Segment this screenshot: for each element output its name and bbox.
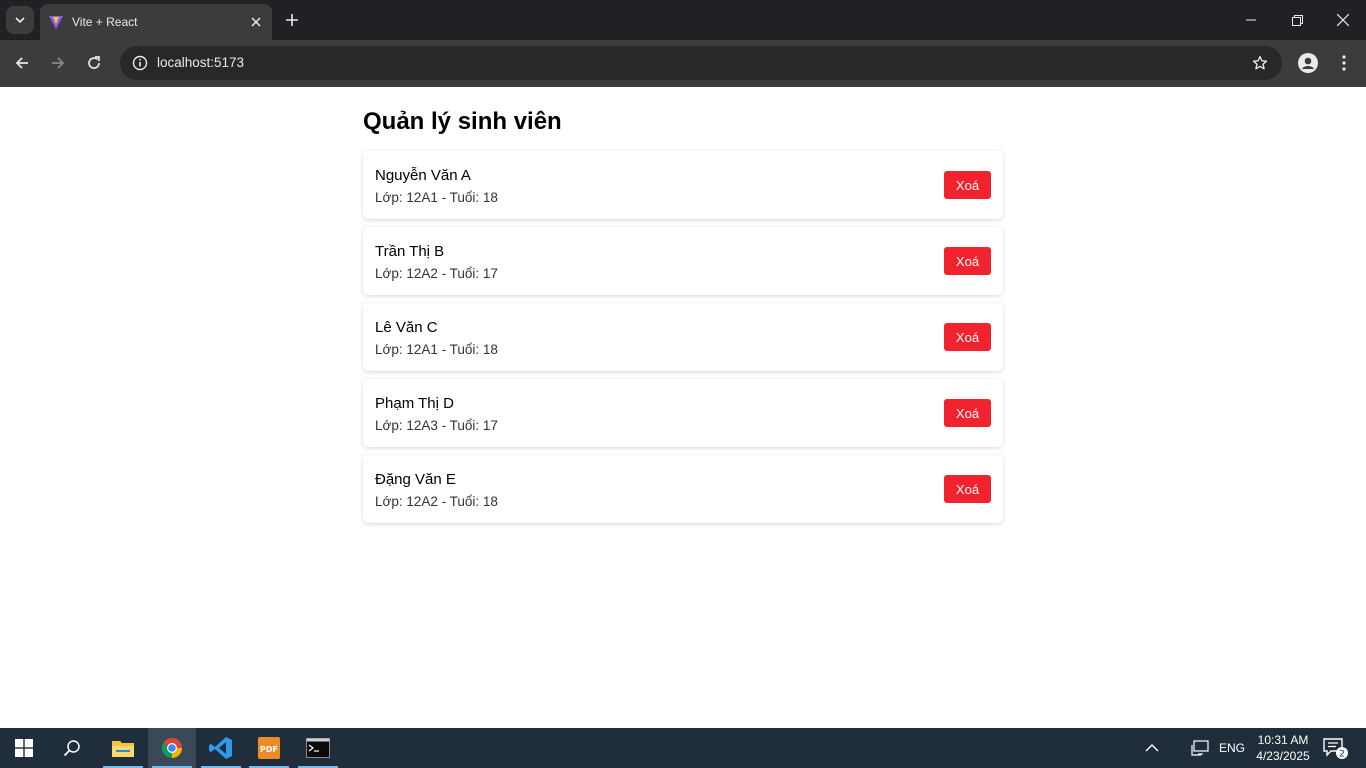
- delete-button[interactable]: Xoá: [944, 475, 991, 503]
- delete-button[interactable]: Xoá: [944, 247, 991, 275]
- student-card: Nguyễn Văn A Lớp: 12A1 - Tuổi: 18 Xoá: [363, 151, 1003, 219]
- student-name: Phạm Thị D: [375, 395, 454, 412]
- address-bar[interactable]: localhost:5173: [120, 46, 1282, 80]
- profile-avatar-icon[interactable]: [1296, 51, 1320, 75]
- minimize-icon: [1246, 19, 1256, 21]
- chrome-taskbar-button[interactable]: [148, 728, 196, 768]
- pdf-icon: PDF: [258, 737, 280, 759]
- minimize-button[interactable]: [1228, 0, 1274, 40]
- forward-button[interactable]: [43, 48, 73, 78]
- delete-button[interactable]: Xoá: [944, 323, 991, 351]
- notification-count: 2: [1339, 750, 1345, 760]
- file-explorer-icon: [112, 741, 134, 757]
- reload-icon: [88, 56, 100, 69]
- arrow-left-icon: [15, 57, 28, 69]
- taskbar-search-button[interactable]: [48, 728, 96, 768]
- start-button[interactable]: [0, 728, 48, 768]
- student-meta: Lớp: 12A1 - Tuổi: 18: [375, 190, 498, 205]
- reload-button[interactable]: [79, 48, 109, 78]
- browser-tab[interactable]: Vite + React: [40, 4, 272, 40]
- browser-menu-icon[interactable]: [1332, 51, 1356, 75]
- vscode-taskbar-button[interactable]: [197, 728, 245, 768]
- restore-button[interactable]: [1274, 0, 1320, 40]
- windows-logo-icon: [15, 739, 33, 757]
- bookmark-star-icon[interactable]: [1250, 53, 1270, 73]
- student-meta: Lớp: 12A2 - Tuổi: 17: [375, 266, 498, 281]
- pdf-reader-taskbar-button[interactable]: PDF: [245, 728, 293, 768]
- student-meta: Lớp: 12A2 - Tuổi: 18: [375, 494, 498, 509]
- taskbar-clock[interactable]: 10:31 AM 4/23/2025: [1248, 732, 1318, 764]
- student-card: Phạm Thị D Lớp: 12A3 - Tuổi: 17 Xoá: [363, 379, 1003, 447]
- tab-title: Vite + React: [72, 15, 138, 29]
- tab-close-icon[interactable]: [246, 12, 266, 32]
- student-meta: Lớp: 12A1 - Tuổi: 18: [375, 342, 498, 357]
- search-icon: [63, 740, 80, 757]
- new-tab-button[interactable]: [280, 8, 304, 32]
- browser-tab-strip: Vite + React: [0, 0, 1366, 40]
- plus-icon: [286, 14, 298, 26]
- chevron-up-icon: [1145, 744, 1159, 752]
- input-language[interactable]: ENG: [1219, 741, 1245, 755]
- page-viewport: Quản lý sinh viên Nguyễn Văn A Lớp: 12A1…: [0, 87, 1366, 728]
- delete-button[interactable]: Xoá: [944, 399, 991, 427]
- clock-time: 10:31 AM: [1257, 733, 1309, 747]
- student-card: Đặng Văn E Lớp: 12A2 - Tuổi: 18 Xoá: [363, 455, 1003, 523]
- windows-taskbar: PDF ENG 10:31 AM 4/23/2025 2: [0, 728, 1366, 768]
- notification-icon: 2: [1323, 738, 1348, 760]
- back-button[interactable]: [7, 48, 37, 78]
- restore-icon: [1291, 14, 1303, 26]
- student-name: Lê Văn C: [375, 319, 438, 336]
- student-card: Lê Văn C Lớp: 12A1 - Tuổi: 18 Xoá: [363, 303, 1003, 371]
- delete-button[interactable]: Xoá: [944, 171, 991, 199]
- vite-logo-icon: [48, 14, 64, 30]
- clock-date: 4/23/2025: [1256, 749, 1310, 763]
- site-info-icon[interactable]: [128, 51, 152, 75]
- student-meta: Lớp: 12A3 - Tuổi: 17: [375, 418, 498, 433]
- network-tray-button[interactable]: [1180, 728, 1220, 768]
- vscode-icon: [209, 737, 232, 759]
- url-text[interactable]: localhost:5173: [157, 55, 244, 70]
- student-name: Trần Thị B: [375, 243, 445, 260]
- close-icon: [1337, 14, 1349, 26]
- student-manager: Quản lý sinh viên Nguyễn Văn A Lớp: 12A1…: [363, 87, 1003, 531]
- svg-text:PDF: PDF: [260, 745, 278, 754]
- terminal-taskbar-button[interactable]: [294, 728, 342, 768]
- student-list: Nguyễn Văn A Lớp: 12A1 - Tuổi: 18 Xoá Tr…: [363, 151, 1003, 523]
- chevron-down-icon: [15, 17, 25, 24]
- tab-search-button[interactable]: [6, 6, 34, 34]
- terminal-icon: [306, 738, 330, 758]
- action-center-button[interactable]: 2: [1316, 728, 1356, 768]
- student-name: Nguyễn Văn A: [375, 167, 471, 184]
- student-name: Đặng Văn E: [375, 471, 456, 488]
- show-hidden-icons-button[interactable]: [1130, 728, 1174, 768]
- student-card: Trần Thị B Lớp: 12A2 - Tuổi: 17 Xoá: [363, 227, 1003, 295]
- network-icon: [1191, 740, 1209, 756]
- page-title: Quản lý sinh viên: [363, 108, 562, 135]
- file-explorer-taskbar-button[interactable]: [99, 728, 147, 768]
- close-window-button[interactable]: [1320, 0, 1366, 40]
- arrow-right-icon: [52, 57, 65, 69]
- browser-toolbar: localhost:5173: [0, 40, 1366, 87]
- chrome-icon: [161, 737, 183, 759]
